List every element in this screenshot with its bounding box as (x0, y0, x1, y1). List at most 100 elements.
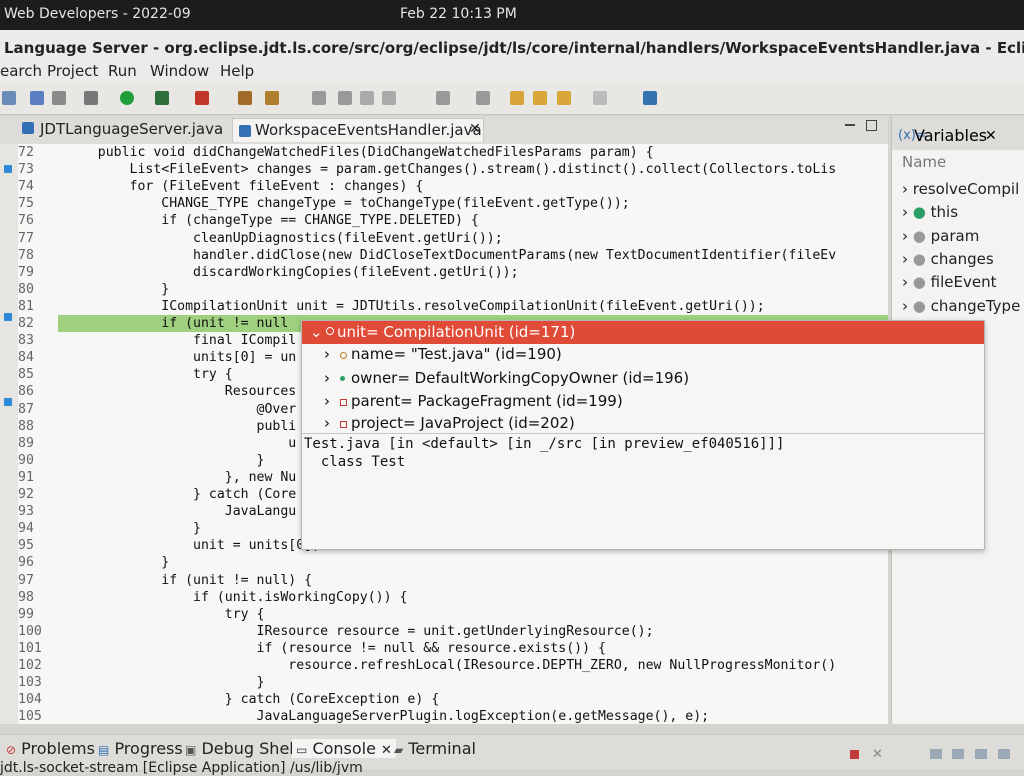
close-icon[interactable]: ✕ (985, 128, 997, 144)
variable-row[interactable]: › ● this (902, 203, 958, 221)
code-line[interactable]: 103 } (0, 674, 888, 691)
code-text: cleanUpDiagnostics(fileEvent.getUri()); (66, 230, 503, 246)
code-line[interactable]: 101 if (resource != null && resource.exi… (0, 640, 888, 657)
toolbar-icon[interactable] (998, 749, 1010, 759)
toolbar-icon[interactable] (360, 91, 374, 105)
popup-detail-pane[interactable]: Test.java [in <default> [in _/src [in pr… (302, 433, 984, 550)
chevron-right-icon[interactable]: › (324, 392, 330, 410)
code-line[interactable]: 102 resource.refreshLocal(IResource.DEPT… (0, 657, 888, 674)
code-line[interactable]: 77 cleanUpDiagnostics(fileEvent.getUri()… (0, 230, 888, 247)
code-text: if (resource != null && resource.exists(… (66, 640, 606, 656)
code-line[interactable]: 78 handler.didClose(new DidCloseTextDocu… (0, 247, 888, 264)
code-text: } (66, 555, 170, 571)
chevron-right-icon[interactable]: › (324, 369, 330, 387)
code-line[interactable]: 72 public void didChangeWatchedFiles(Did… (0, 144, 888, 161)
code-line[interactable]: 81 ICompilationUnit unit = JDTUtils.reso… (0, 298, 888, 315)
terminate-icon[interactable] (850, 750, 859, 759)
code-line[interactable]: 100 IResource resource = unit.getUnderly… (0, 623, 888, 640)
toolbar-icon[interactable] (533, 91, 547, 105)
menu-help[interactable]: Help (220, 62, 254, 80)
code-line[interactable]: 96 } (0, 554, 888, 571)
menu-run[interactable]: Run (108, 62, 137, 80)
code-line[interactable]: 104 } catch (CoreException e) { (0, 691, 888, 708)
system-left-label: Web Developers - 2022-09 (4, 6, 191, 22)
tab-jdtlanguageserver[interactable]: JDTLanguageServer.java (22, 118, 223, 142)
toolbar-icon[interactable] (338, 91, 352, 105)
debug-icon[interactable] (84, 91, 98, 105)
tab-workspaceeventshandler[interactable]: WorkspaceEventsHandler.java ✕ (232, 118, 484, 142)
forward-icon[interactable] (593, 91, 607, 105)
code-line[interactable]: 98 if (unit.isWorkingCopy()) { (0, 589, 888, 606)
open-type-icon[interactable] (238, 91, 252, 105)
code-line[interactable]: 75 CHANGE_TYPE changeType = toChangeType… (0, 195, 888, 212)
menu-project[interactable]: Project (47, 62, 98, 80)
tab-console[interactable]: ▭ Console ✕ (292, 739, 396, 758)
close-icon[interactable]: ✕ (469, 121, 481, 137)
code-text: final ICompil (66, 333, 297, 349)
variable-row[interactable]: › ● fileEvent (902, 273, 996, 291)
toolbar-icon[interactable] (155, 91, 169, 105)
code-text: }, new Nu (66, 469, 297, 485)
toolbar-icon[interactable] (265, 91, 279, 105)
variable-row[interactable]: › resolveCompil (902, 180, 1019, 198)
line-number: 91 (18, 469, 34, 485)
popup-row[interactable]: › project= JavaProject (id=202) (302, 412, 984, 432)
variable-row[interactable]: › ● param (902, 227, 979, 245)
tab-debug-shell[interactable]: ▣ Debug Shell (185, 739, 298, 758)
tab-problems[interactable]: ⊘ Problems (6, 739, 95, 758)
popup-selected-row[interactable]: ⌄ unit= CompilationUnit (id=171) (302, 321, 984, 344)
popup-row[interactable]: › name= "Test.java" (id=190) (302, 343, 984, 366)
toolbar-icon[interactable] (643, 91, 657, 105)
code-line[interactable]: 99 try { (0, 606, 888, 623)
code-line[interactable]: 76 if (changeType == CHANGE_TYPE.DELETED… (0, 212, 888, 229)
tab-variables[interactable]: Variables (914, 126, 987, 145)
code-text: IResource resource = unit.getUnderlyingR… (66, 623, 654, 639)
tab-progress[interactable]: ▤ Progress (98, 739, 183, 758)
toolbar-icon[interactable] (510, 91, 524, 105)
code-text: if (unit.isWorkingCopy()) { (66, 589, 408, 605)
chevron-right-icon[interactable]: › (324, 414, 330, 432)
toolbar-icon[interactable] (52, 91, 66, 105)
variable-row[interactable]: › ● changes (902, 250, 994, 268)
code-text: @Over (66, 401, 297, 417)
popup-row[interactable]: › owner= DefaultWorkingCopyOwner (id=196… (302, 367, 984, 390)
tab-terminal[interactable]: ▰ Terminal (394, 739, 476, 758)
close-icon[interactable]: ✕ (381, 743, 392, 758)
code-text: CHANGE_TYPE changeType = toChangeType(fi… (66, 196, 630, 212)
toolbar-icon[interactable] (930, 749, 942, 759)
toolbar-icon[interactable] (476, 91, 490, 105)
code-line[interactable]: 97 if (unit != null) { (0, 572, 888, 589)
menu-search[interactable]: earch (0, 62, 42, 80)
toolbar-icon[interactable] (952, 749, 964, 759)
code-text: } (66, 452, 265, 468)
system-datetime[interactable]: Feb 22 10:13 PM (400, 6, 517, 22)
toolbar-icon[interactable] (975, 749, 987, 759)
toolbar-icon[interactable] (30, 91, 44, 105)
detail-line: class Test (304, 454, 406, 470)
run-icon[interactable] (120, 91, 134, 105)
variable-inspect-popup[interactable]: ⌄ unit= CompilationUnit (id=171) › name=… (301, 320, 985, 550)
remove-launch-icon[interactable]: ✕ (872, 747, 883, 762)
toolbar-icon[interactable] (436, 91, 450, 105)
popup-row[interactable]: › parent= PackageFragment (id=199) (302, 390, 984, 413)
line-number: 82 (18, 316, 34, 331)
toolbar-icon[interactable] (312, 91, 326, 105)
code-line[interactable]: 105 JavaLanguageServerPlugin.logExceptio… (0, 708, 888, 724)
code-line[interactable]: 73 List<FileEvent> changes = param.getCh… (0, 161, 888, 178)
code-line[interactable]: 74 for (FileEvent fileEvent : changes) { (0, 178, 888, 195)
toolbar-icon[interactable] (2, 91, 16, 105)
code-text: resource.refreshLocal(IResource.DEPTH_ZE… (66, 658, 837, 673)
column-header-name[interactable]: Name (902, 153, 946, 171)
chevron-down-icon[interactable]: ⌄ (310, 323, 323, 341)
variable-row[interactable]: › ● changeType (902, 297, 1020, 315)
minimize-icon[interactable] (845, 124, 855, 126)
code-line[interactable]: 79 discardWorkingCopies(fileEvent.getUri… (0, 264, 888, 281)
line-number: 76 (18, 213, 34, 229)
back-icon[interactable] (557, 91, 571, 105)
code-line[interactable]: 80 } (0, 281, 888, 298)
toolbar-icon[interactable] (195, 91, 209, 105)
maximize-icon[interactable] (866, 120, 877, 131)
chevron-right-icon[interactable]: › (324, 345, 330, 363)
toolbar-icon[interactable] (382, 91, 396, 105)
menu-window[interactable]: Window (150, 62, 209, 80)
